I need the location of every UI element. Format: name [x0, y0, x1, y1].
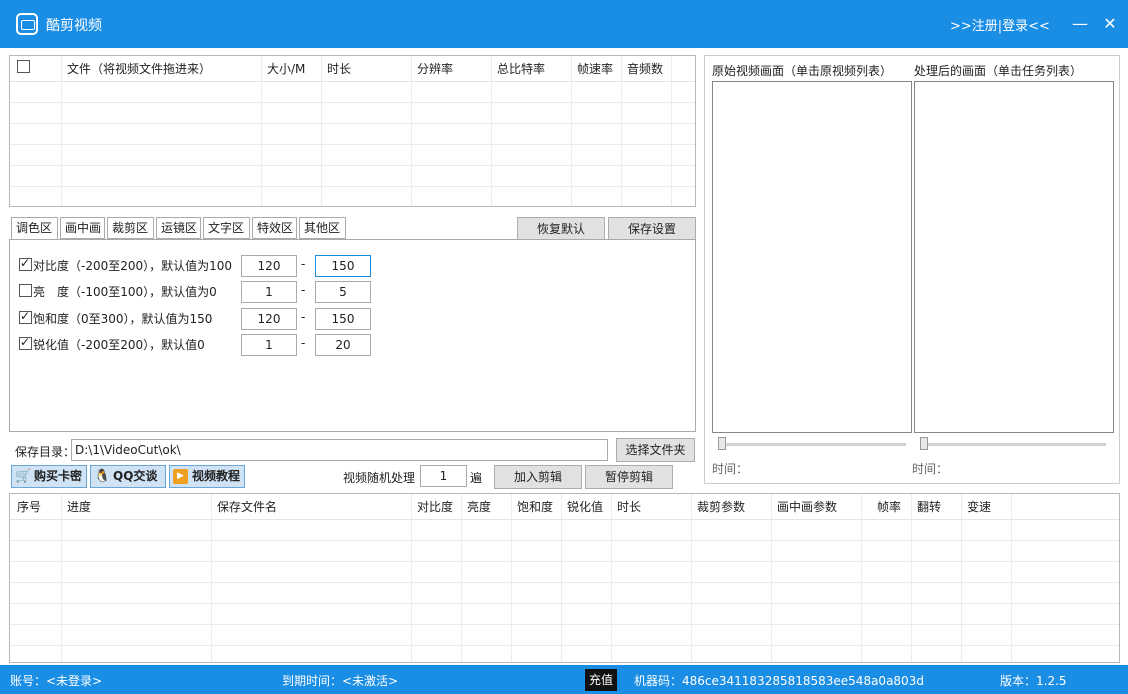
tab-color[interactable]: 调色区: [11, 217, 58, 240]
restore-default-button[interactable]: 恢复默认: [517, 217, 605, 241]
col-framerate[interactable]: 帧速率: [573, 56, 613, 82]
file-table[interactable]: 文件（将视频文件拖进来） 大小/M 时长 分辨率 总比特率 帧速率 音频数: [9, 55, 696, 207]
title-bar: 酷剪视频 >>注册|登录<< — ✕: [0, 0, 1128, 48]
original-time-label: 时间：: [712, 462, 749, 476]
app-logo-icon: [16, 13, 38, 35]
col-pip-params[interactable]: 画中画参数: [773, 494, 837, 520]
tab-text[interactable]: 文字区: [203, 217, 250, 239]
col-duration[interactable]: 时长: [323, 56, 351, 82]
param-max-input[interactable]: 150: [315, 255, 371, 277]
param-max-input[interactable]: 20: [315, 334, 371, 356]
col-audio-count[interactable]: 音频数: [623, 56, 663, 82]
file-table-header: 文件（将视频文件拖进来） 大小/M 时长 分辨率 总比特率 帧速率 音频数: [10, 56, 695, 82]
minimize-icon[interactable]: —: [1068, 12, 1092, 36]
task-table[interactable]: 序号 进度 保存文件名 对比度 亮度 饱和度 锐化值 时长 裁剪参数 画中画参数…: [9, 493, 1120, 663]
col-contrast[interactable]: 对比度: [413, 494, 453, 520]
param-label: 亮 度（-100至100），默认值为0: [33, 285, 217, 299]
video-tutorial-button[interactable]: ▶ 视频教程: [169, 465, 245, 488]
video-tutorial-label: 视频教程: [192, 469, 241, 483]
version-label: 版本：1.2.5: [1000, 674, 1067, 688]
col-brightness[interactable]: 亮度: [463, 494, 491, 520]
param-checkbox[interactable]: [19, 256, 32, 271]
col-size[interactable]: 大小/M: [263, 56, 305, 82]
original-preview-label: 原始视频画面（单击原视频列表）: [712, 64, 893, 78]
register-login-link[interactable]: >>注册|登录<<: [950, 15, 1050, 34]
qq-chat-label: QQ交谈: [113, 469, 158, 483]
col-file[interactable]: 文件（将视频文件拖进来）: [63, 56, 211, 82]
param-min-input[interactable]: 1: [241, 281, 297, 303]
param-min-input[interactable]: 120: [241, 255, 297, 277]
col-resolution[interactable]: 分辨率: [413, 56, 453, 82]
col-fps[interactable]: 帧率: [873, 494, 901, 520]
random-unit-label: 遍: [470, 471, 483, 485]
col-crop-params[interactable]: 裁剪参数: [693, 494, 745, 520]
param-min-input[interactable]: 1: [241, 334, 297, 356]
recharge-button[interactable]: 充值: [585, 669, 617, 691]
param-min-input[interactable]: 120: [241, 308, 297, 330]
tab-other[interactable]: 其他区: [299, 217, 346, 239]
random-process-label: 视频随机处理: [343, 471, 416, 485]
param-checkbox[interactable]: [19, 335, 32, 350]
col-index[interactable]: 序号: [13, 494, 41, 520]
original-preview[interactable]: [712, 81, 912, 433]
param-checkbox[interactable]: [19, 284, 32, 297]
buy-card-button[interactable]: 🛒 购买卡密: [11, 465, 87, 488]
tab-pip[interactable]: 画中画: [60, 217, 105, 239]
col-bitrate[interactable]: 总比特率: [493, 56, 545, 82]
app-title: 酷剪视频: [46, 18, 102, 34]
range-separator: -: [301, 257, 306, 271]
original-slider-track[interactable]: [718, 443, 906, 446]
add-edit-button[interactable]: 加入剪辑: [494, 465, 582, 489]
cart-icon: 🛒: [15, 469, 32, 484]
save-settings-button[interactable]: 保存设置: [608, 217, 696, 241]
random-count-input[interactable]: 1: [420, 465, 467, 487]
param-max-input[interactable]: 5: [315, 281, 371, 303]
col-save-name[interactable]: 保存文件名: [213, 494, 277, 520]
col-task-duration[interactable]: 时长: [613, 494, 641, 520]
col-saturation[interactable]: 饱和度: [513, 494, 553, 520]
col-progress[interactable]: 进度: [63, 494, 91, 520]
expire-status: 到期时间：<未激活>: [282, 674, 399, 688]
param-checkbox[interactable]: [19, 309, 32, 324]
tab-camera[interactable]: 运镜区: [156, 217, 201, 239]
qq-chat-button[interactable]: 🐧 QQ交谈: [90, 465, 166, 488]
pause-edit-button[interactable]: 暂停剪辑: [585, 465, 673, 489]
save-dir-label: 保存目录：: [15, 445, 76, 459]
param-label: 锐化值（-200至200），默认值0: [33, 338, 205, 352]
processed-time-label: 时间：: [912, 462, 949, 476]
param-label: 对比度（-200至200），默认值为100: [33, 259, 233, 273]
col-flip[interactable]: 翻转: [913, 494, 941, 520]
close-icon[interactable]: ✕: [1098, 12, 1122, 36]
range-separator: -: [301, 283, 306, 297]
col-speed[interactable]: 变速: [963, 494, 991, 520]
status-bar: 账号：<未登录> 到期时间：<未激活> 充值 机器码：486ce34118328…: [0, 665, 1128, 694]
tab-crop[interactable]: 裁剪区: [107, 217, 154, 239]
processed-preview[interactable]: [914, 81, 1114, 433]
choose-folder-button[interactable]: 选择文件夹: [616, 438, 695, 462]
processed-slider-handle[interactable]: [920, 437, 928, 450]
machine-code: 机器码：486ce341183285818583ee548a0a803d: [634, 674, 924, 688]
play-icon: ▶: [173, 469, 188, 484]
original-slider-handle[interactable]: [718, 437, 726, 450]
qq-icon: 🐧: [94, 469, 111, 484]
save-dir-input[interactable]: D:\1\VideoCut\ok\: [71, 439, 608, 461]
processed-slider-track[interactable]: [920, 443, 1106, 446]
range-separator: -: [301, 310, 306, 324]
param-max-input[interactable]: 150: [315, 308, 371, 330]
col-sharpen[interactable]: 锐化值: [563, 494, 603, 520]
range-separator: -: [301, 336, 306, 350]
processed-preview-label: 处理后的画面（单击任务列表）: [914, 64, 1083, 78]
select-all-checkbox[interactable]: [17, 60, 30, 73]
account-status: 账号：<未登录>: [10, 674, 103, 688]
tab-effects[interactable]: 特效区: [252, 217, 297, 239]
param-label: 饱和度（0至300），默认值为150: [33, 312, 213, 326]
task-table-header: 序号 进度 保存文件名 对比度 亮度 饱和度 锐化值 时长 裁剪参数 画中画参数…: [10, 494, 1119, 520]
buy-card-label: 购买卡密: [34, 469, 83, 483]
